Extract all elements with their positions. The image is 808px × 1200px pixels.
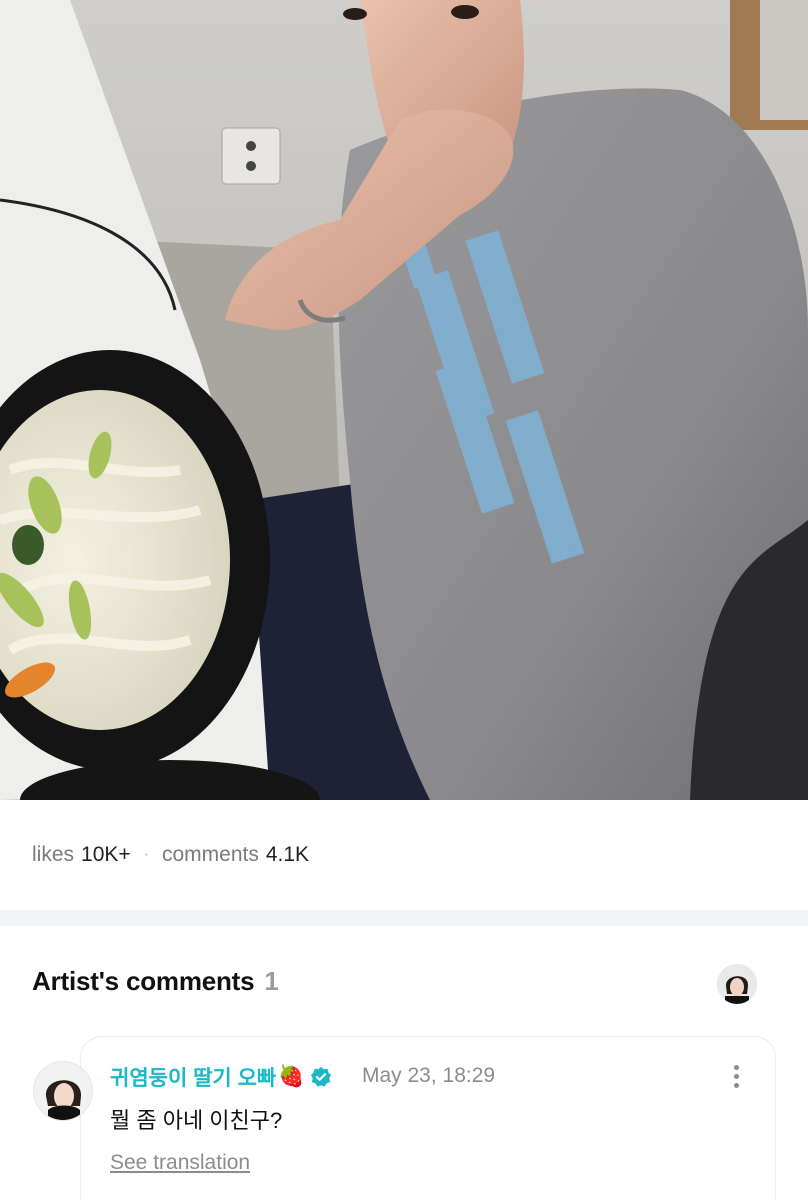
section-divider bbox=[0, 910, 808, 926]
likes-count[interactable]: 10K+ bbox=[81, 843, 131, 867]
likes-label: likes bbox=[32, 843, 75, 866]
artist-comments-count: 1 bbox=[264, 966, 279, 996]
artist-comments-title: Artist's comments bbox=[32, 966, 255, 996]
artist-avatar[interactable] bbox=[717, 964, 757, 1004]
strawberry-icon: 🍓 bbox=[278, 1065, 305, 1088]
verified-badge-icon bbox=[311, 1066, 332, 1087]
post-photo[interactable] bbox=[0, 0, 808, 800]
comment-author-name: 귀염둥이 딸기 오빠 bbox=[110, 1067, 277, 1090]
comment-text: 뭘 좀 아네 이친구? bbox=[110, 1108, 283, 1133]
comment-date: May 23, 18:29 bbox=[362, 1064, 496, 1087]
comments-count[interactable]: 4.1K bbox=[266, 843, 309, 867]
artist-comments-header: Artist's comments 1 bbox=[32, 966, 279, 997]
see-translation-link[interactable]: See translation bbox=[110, 1151, 250, 1175]
comment-author[interactable]: 귀염둥이 딸기 오빠 🍓 bbox=[110, 1062, 332, 1092]
comments-label: comments bbox=[161, 843, 259, 866]
stats-separator: · bbox=[143, 846, 149, 863]
post-stats: likes 10K+ · comments 4.1K bbox=[32, 838, 309, 872]
more-options-icon[interactable] bbox=[724, 1060, 748, 1092]
commenter-avatar[interactable] bbox=[33, 1061, 93, 1121]
